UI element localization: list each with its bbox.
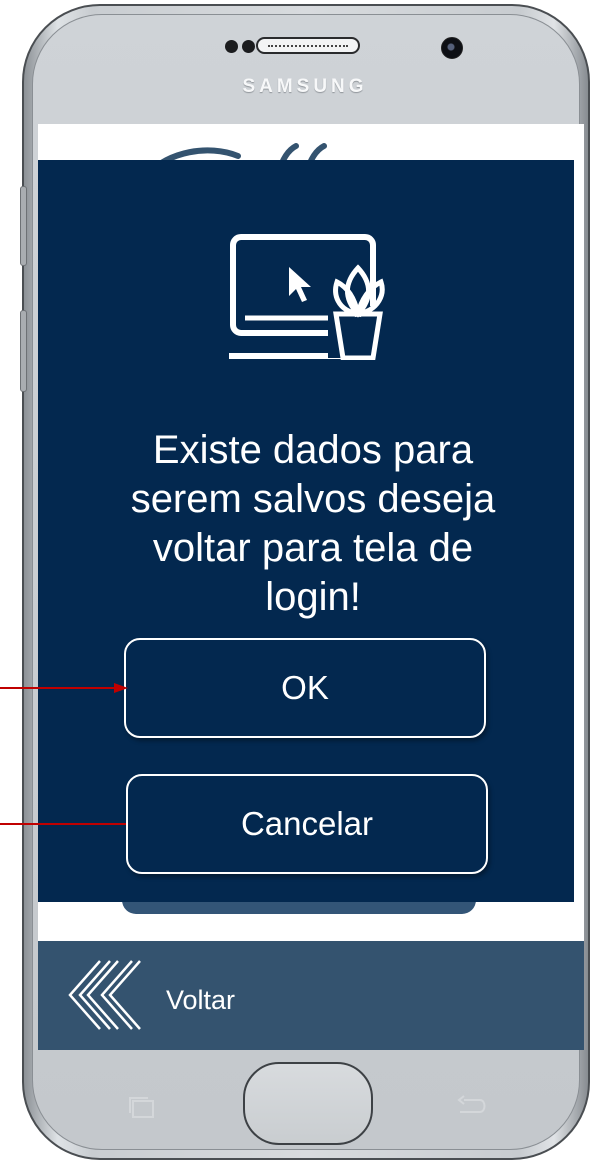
cancel-button[interactable]: Cancelar (126, 774, 488, 874)
dialog-message-line: Existe dados para (152, 428, 474, 472)
computer-with-plant-icon (229, 234, 388, 360)
earpiece-speaker (256, 37, 360, 54)
dialog-message-line: login! (265, 575, 361, 619)
sensor-dot (225, 40, 238, 53)
ok-button[interactable]: OK (124, 638, 486, 738)
sensor-dot (242, 40, 255, 53)
home-button[interactable] (243, 1062, 373, 1145)
double-chevron-left-icon[interactable] (52, 957, 152, 1033)
volume-up-button (20, 186, 27, 266)
back-label[interactable]: Voltar (166, 985, 235, 1016)
confirm-dialog: Existe dados para serem salvos deseja vo… (38, 160, 574, 902)
phone-screen: Existe dados para serem salvos deseja vo… (38, 124, 584, 1050)
device-brand: SAMSUNG (242, 76, 368, 97)
front-camera (441, 37, 463, 59)
recent-apps-icon[interactable] (126, 1094, 158, 1120)
annotation-arrow-cancel (0, 823, 126, 825)
annotation-arrow-ok (0, 683, 128, 693)
back-key-icon[interactable] (452, 1094, 488, 1120)
volume-down-button (20, 310, 27, 392)
dialog-message: Existe dados para serem salvos deseja vo… (78, 426, 548, 622)
dialog-message-line: serem salvos deseja (130, 477, 496, 521)
footer-bar: Voltar (38, 941, 584, 1050)
dialog-message-line: voltar para tela de (152, 526, 474, 570)
